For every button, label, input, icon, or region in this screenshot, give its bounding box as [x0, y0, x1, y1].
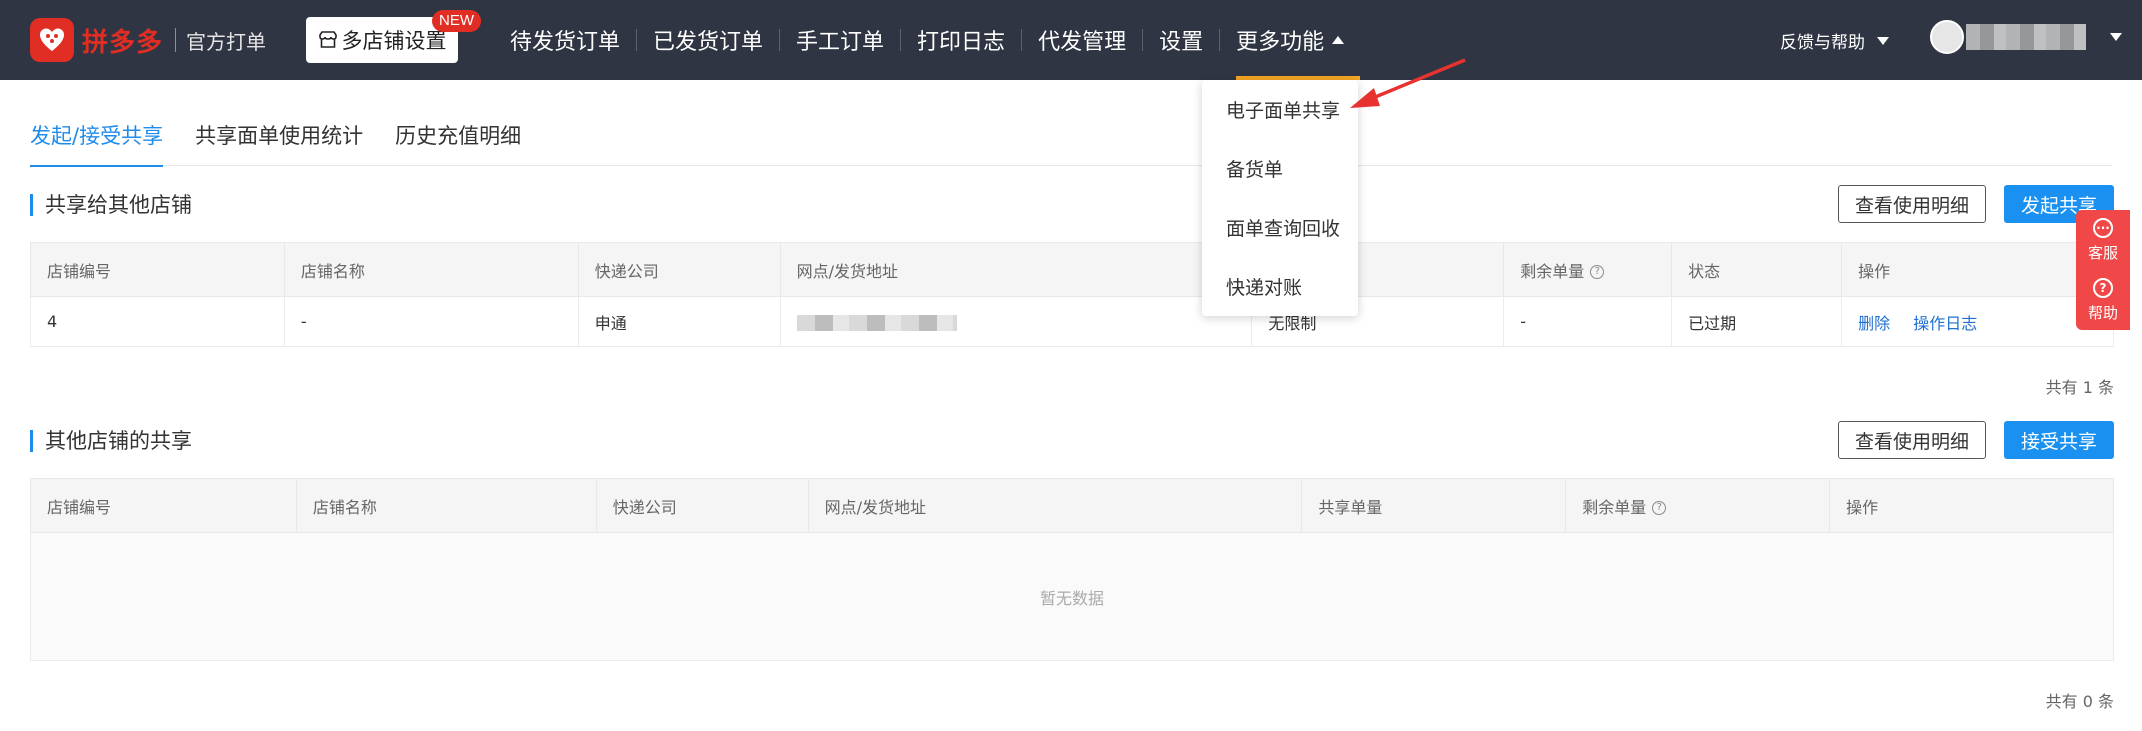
question-icon[interactable]: ?: [1590, 265, 1605, 279]
cell-remaining-qty: -: [1503, 296, 1673, 347]
col-address: 网点/发货地址: [779, 242, 1253, 297]
customer-service-button[interactable]: ··· 客服: [2076, 210, 2130, 270]
caret-down-icon: [1877, 36, 1889, 45]
chat-icon: ···: [2093, 217, 2113, 238]
feedback-help-menu[interactable]: 反馈与帮助: [1780, 28, 1889, 53]
col-remaining-qty: 剩余单量?: [1565, 478, 1831, 533]
menu-item-eorder-share[interactable]: 电子面单共享: [1202, 96, 1358, 155]
total-count: 共有 1 条: [2045, 378, 2114, 397]
cell-courier: 申通: [577, 296, 781, 347]
annotation-arrow-icon: [1350, 58, 1466, 108]
help-label: 反馈与帮助: [1780, 33, 1865, 53]
nav-manual-orders[interactable]: 手工订单: [780, 0, 900, 80]
tab-bar: 发起/接受共享 共享面单使用统计 历史充值明细: [30, 120, 2112, 167]
tab-recharge-history[interactable]: 历史充值明细: [395, 120, 521, 166]
tab-initiate-accept-share[interactable]: 发起/接受共享: [30, 120, 164, 167]
nav-dropship[interactable]: 代发管理: [1022, 0, 1142, 80]
col-remaining-label: 剩余单量: [1582, 497, 1647, 517]
cell-store-id: 4: [30, 296, 285, 347]
col-operation: 操作: [1829, 478, 2114, 533]
col-store-name: 店铺名称: [283, 242, 579, 297]
nav-shipped-orders[interactable]: 已发货订单: [637, 0, 779, 80]
col-courier: 快递公司: [577, 242, 781, 297]
col-remaining-label: 剩余单量: [1520, 261, 1585, 281]
delete-link[interactable]: 删除: [1858, 314, 1890, 333]
multi-store-label: 多店铺设置: [341, 29, 447, 53]
nav-pending-orders[interactable]: 待发货订单: [494, 0, 636, 80]
col-store-id: 店铺编号: [30, 242, 285, 297]
view-usage-detail-button[interactable]: 查看使用明细: [1838, 185, 1986, 223]
help-button[interactable]: ? 帮助: [2076, 270, 2130, 330]
operation-log-link[interactable]: 操作日志: [1913, 314, 1977, 333]
new-badge: NEW: [432, 10, 481, 32]
caret-up-icon: [1332, 36, 1345, 44]
caret-down-icon: [2110, 33, 2122, 41]
logo: 拼多多 官方打单: [30, 18, 266, 62]
main-nav: 待发货订单 已发货订单 手工订单 打印日志 代发管理 设置 更多功能: [494, 0, 1361, 80]
floating-service-bar: ··· 客服 ? 帮助: [2076, 210, 2130, 330]
col-store-name: 店铺名称: [295, 478, 597, 533]
view-usage-detail-button[interactable]: 查看使用明细: [1838, 421, 1986, 459]
table-header: 店铺编号 店铺名称 快递公司 网点/发货地址 共享单量 剩余单量? 状态 操作: [30, 242, 2114, 297]
top-bar: 拼多多 官方打单 多店铺设置 NEW 待发货订单 已发货订单 手工订单 打印日志…: [0, 0, 2142, 80]
user-menu[interactable]: [1930, 20, 2122, 54]
logo-divider: [175, 28, 177, 52]
menu-item-courier-reconcile[interactable]: 快递对账: [1202, 273, 1358, 332]
nav-print-log[interactable]: 打印日志: [901, 0, 1021, 80]
total-count: 共有 0 条: [2045, 692, 2114, 711]
section-title-others-share: 其他店铺的共享: [30, 430, 192, 452]
empty-row: 暂无数据: [30, 532, 2114, 661]
address-redacted: [796, 314, 957, 331]
avatar: [1930, 20, 1964, 54]
nav-more-label: 更多功能: [1236, 30, 1325, 55]
col-address: 网点/发货地址: [807, 478, 1303, 533]
menu-item-stock-list[interactable]: 备货单: [1202, 155, 1358, 214]
share-to-others-table: 店铺编号 店铺名称 快递公司 网点/发货地址 共享单量 剩余单量? 状态 操作 …: [30, 242, 2114, 347]
more-features-dropdown: 电子面单共享 备货单 面单查询回收 快递对账: [1202, 80, 1358, 316]
section-title-share-to-others: 共享给其他店铺: [30, 194, 192, 216]
service-label: 客服: [2087, 243, 2118, 262]
help-float-label: 帮助: [2087, 303, 2118, 322]
store-icon: [318, 31, 337, 48]
col-operation: 操作: [1841, 242, 2114, 297]
brand-subtitle: 官方打单: [186, 29, 267, 54]
table-header: 店铺编号 店铺名称 快递公司 网点/发货地址 共享单量 剩余单量? 操作: [30, 478, 2114, 533]
tab-share-usage-stats[interactable]: 共享面单使用统计: [195, 120, 363, 166]
question-icon[interactable]: ?: [1652, 501, 1667, 515]
col-shared-qty: 共享单量: [1301, 478, 1567, 533]
empty-state: 暂无数据: [30, 532, 2114, 661]
pinduoduo-logo-icon: [30, 18, 74, 62]
cell-address: [779, 296, 1253, 347]
col-remaining-qty: 剩余单量?: [1503, 242, 1673, 297]
col-courier: 快递公司: [595, 478, 809, 533]
nav-settings[interactable]: 设置: [1143, 0, 1219, 80]
help-icon: ?: [2093, 277, 2113, 298]
col-status: 状态: [1671, 242, 1843, 297]
table-row: 4 - 申通 无限制 - 已过期 删除 操作日志: [30, 296, 2114, 347]
others-share-table: 店铺编号 店铺名称 快递公司 网点/发货地址 共享单量 剩余单量? 操作 暂无数…: [30, 478, 2114, 661]
user-name-redacted: [1966, 24, 2086, 50]
brand-name: 拼多多: [82, 27, 164, 58]
menu-item-waybill-recycle[interactable]: 面单查询回收: [1202, 214, 1358, 273]
cell-operation: 删除 操作日志: [1841, 296, 2114, 347]
cell-status: 已过期: [1671, 296, 1843, 347]
col-store-id: 店铺编号: [30, 478, 297, 533]
cell-store-name: -: [283, 296, 579, 347]
accept-share-button[interactable]: 接受共享: [2004, 421, 2114, 459]
